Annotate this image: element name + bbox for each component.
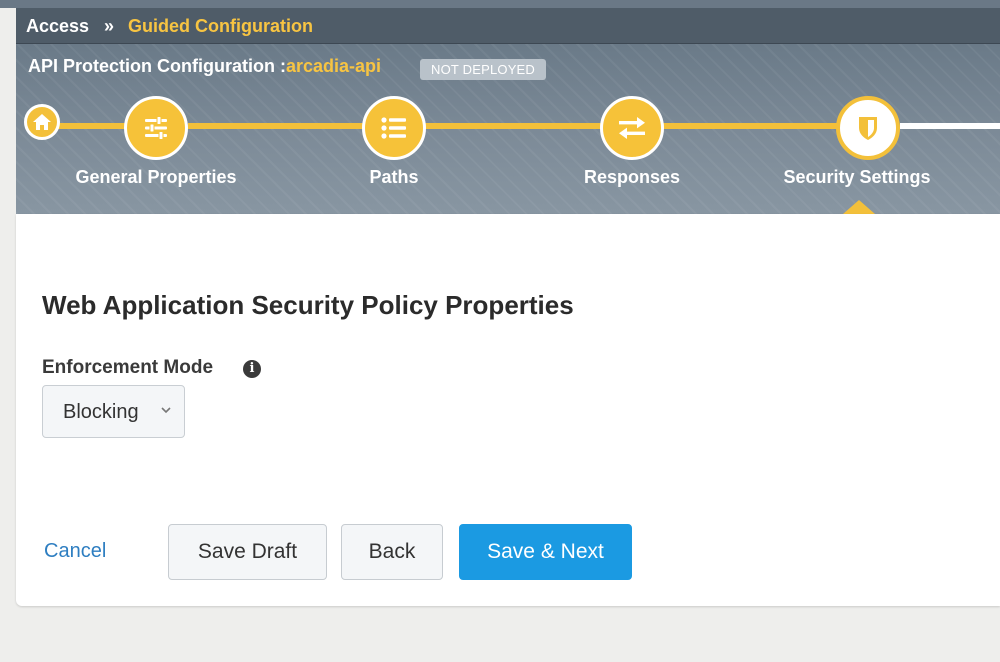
wizard-track-segment (56, 123, 128, 129)
shield-icon (859, 117, 877, 140)
breadcrumb-current: Guided Configuration (128, 16, 313, 36)
main-panel: Web Application Security Policy Properti… (16, 214, 1000, 606)
active-step-caret (843, 200, 875, 214)
back-button[interactable]: Back (341, 524, 443, 580)
breadcrumb-access-link[interactable]: Access (26, 16, 89, 37)
page-title: API Protection Configuration :arcadia-ap… (28, 56, 381, 77)
wizard-track-remaining (900, 123, 1000, 129)
breadcrumb: Access » Guided Configuration (16, 8, 1000, 44)
breadcrumb-separator: » (104, 16, 115, 36)
wizard-step-paths[interactable] (362, 96, 426, 160)
arrows-exchange-icon (619, 117, 645, 139)
wizard-step-label: Responses (583, 167, 681, 187)
section-title: Web Application Security Policy Properti… (42, 290, 574, 320)
config-name: arcadia-api (286, 56, 382, 76)
top-edge-bar (0, 0, 1000, 8)
save-draft-button[interactable]: Save Draft (168, 524, 327, 580)
wizard-track-segment (188, 123, 364, 129)
enforcement-mode-label: Enforcement Mode (42, 357, 214, 378)
config-title-prefix: API Protection Configuration : (28, 56, 286, 76)
chevron-down-icon (161, 407, 171, 414)
status-badge: NOT DEPLOYED (420, 59, 547, 80)
wizard-header: API Protection Configuration :arcadia-ap… (16, 44, 1000, 214)
home-icon (33, 114, 51, 130)
list-icon (381, 117, 406, 139)
cancel-link[interactable]: Cancel (44, 540, 106, 563)
sliders-icon (145, 116, 167, 140)
info-icon[interactable]: i (243, 360, 261, 378)
wizard-step-label: General Properties (75, 167, 237, 187)
wizard-step-security-settings[interactable] (836, 96, 900, 160)
wizard-track-segment (424, 123, 602, 129)
save-next-button[interactable]: Save & Next (459, 524, 632, 580)
wizard-track-segment (662, 123, 840, 129)
enforcement-mode-select[interactable]: Blocking (42, 385, 185, 438)
wizard-step-label: Paths (369, 167, 419, 187)
wizard-home-button[interactable] (24, 104, 60, 140)
wizard-step-general-properties[interactable] (124, 96, 188, 160)
wizard-step-label: Security Settings (783, 167, 931, 187)
enforcement-mode-value: Blocking (63, 401, 139, 423)
wizard-step-responses[interactable] (600, 96, 664, 160)
